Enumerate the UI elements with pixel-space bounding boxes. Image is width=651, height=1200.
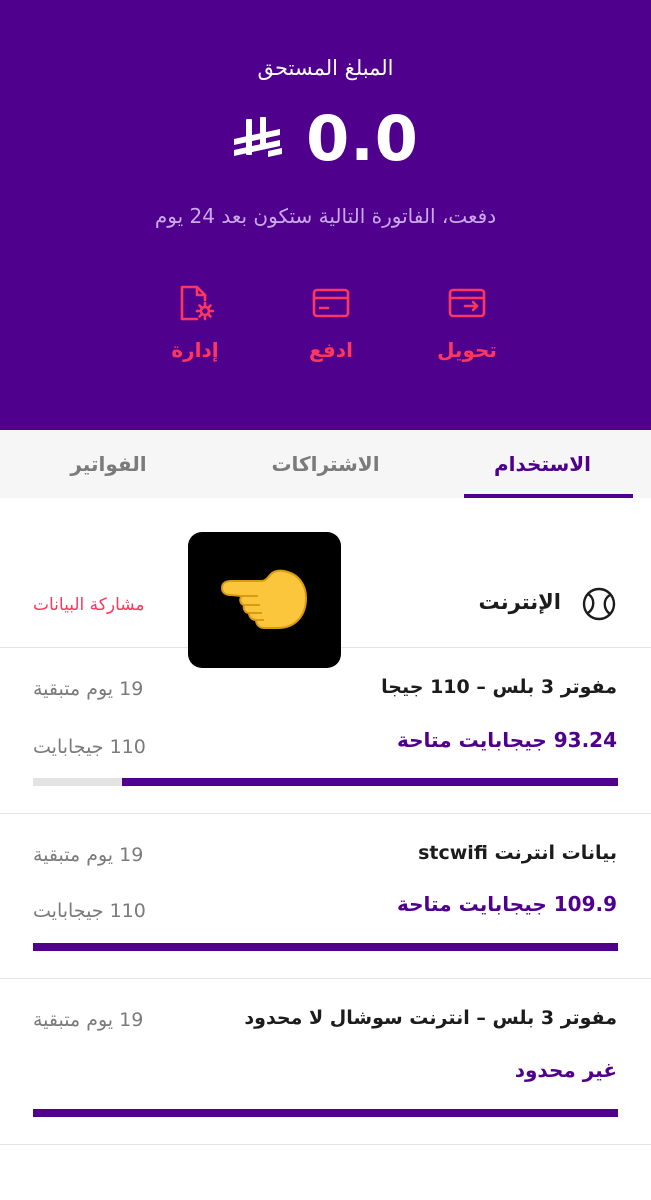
globe-icon (582, 587, 616, 621)
internet-section-title: الإنترنت (478, 590, 561, 614)
plan-name: بيانات انترنت stcwifi (418, 842, 617, 864)
pointing-hand-emoji (220, 569, 308, 629)
plan-usage-progress-fill (121, 778, 618, 786)
billing-header: المبلغ المستحق 0.0 دفعت، الفاتورة التالي… (0, 0, 651, 430)
next-invoice-text: دفعت، الفاتورة التالية ستكون بعد 24 يوم (154, 204, 497, 228)
plan-card[interactable]: مفوتر 3 بلس – انترنت سوشال لا محدود 19 ي… (0, 979, 651, 1145)
plan-available-data: غير محدود (514, 1058, 617, 1082)
tab-invoices[interactable]: الفواتير (0, 430, 217, 498)
tab-bar: الاستخدام الاشتراكات الفواتير (0, 430, 651, 498)
riyal-symbol-icon (234, 117, 283, 157)
tab-subscriptions[interactable]: الاشتراكات (217, 430, 434, 498)
plan-total-data: 110 جيجابايت (33, 900, 146, 922)
pay-button[interactable]: ادفع (276, 284, 386, 362)
plan-usage-progress-fill (33, 1109, 618, 1117)
tab-usage[interactable]: الاستخدام (434, 430, 651, 498)
plan-card[interactable]: مفوتر 3 بلس – 110 جيجا 19 يوم متبقية 93.… (0, 648, 651, 814)
amount-due-value: 0.0 (306, 102, 419, 175)
manage-button[interactable]: إدارة (140, 284, 250, 362)
plan-name: مفوتر 3 بلس – انترنت سوشال لا محدود (244, 1007, 617, 1029)
transfer-label: تحويل (437, 338, 497, 362)
plan-available-data: 93.24 جيجابايت متاحة (397, 728, 617, 752)
credit-card-icon (312, 288, 350, 318)
plan-usage-progress (33, 943, 618, 951)
plan-usage-progress (33, 778, 618, 786)
amount-due-label: المبلغ المستحق (257, 56, 394, 80)
plan-name: مفوتر 3 بلس – 110 جيجا (381, 676, 617, 698)
transfer-button[interactable]: تحويل (412, 284, 522, 362)
plan-days-left: 19 يوم متبقية (33, 678, 144, 700)
manage-label: إدارة (171, 338, 219, 362)
billing-actions: تحويل ادفع إدارة (140, 284, 522, 374)
transfer-card-icon (448, 288, 486, 318)
pay-label: ادفع (309, 338, 353, 362)
data-sharing-link[interactable]: مشاركة البيانات (33, 595, 145, 615)
document-settings-icon (180, 285, 215, 321)
amount-due-row: 0.0 (0, 108, 651, 170)
plan-usage-progress-fill (33, 943, 618, 951)
plan-days-left: 19 يوم متبقية (33, 844, 144, 866)
plan-card[interactable]: بيانات انترنت stcwifi 19 يوم متبقية 109.… (0, 814, 651, 979)
plan-usage-progress (33, 1109, 618, 1117)
plan-days-left: 19 يوم متبقية (33, 1009, 144, 1031)
plan-available-data: 109.9 جيجابايت متاحة (397, 892, 617, 916)
plan-total-data: 110 جيجابايت (33, 736, 146, 758)
